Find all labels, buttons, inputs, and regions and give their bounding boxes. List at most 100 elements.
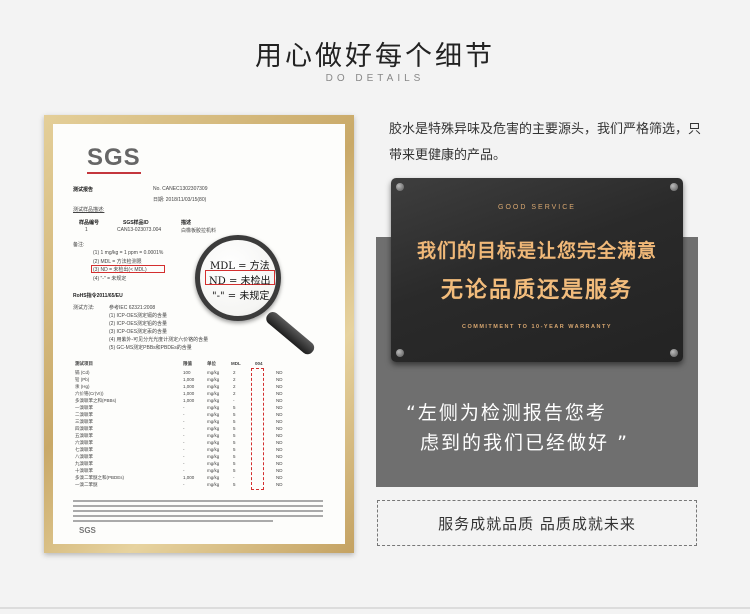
method-4: (3) ICP-OES测定汞的含量 <box>109 329 168 335</box>
fine-print <box>73 515 323 517</box>
row-desc: 白橡板胶拉机料 <box>181 228 217 234</box>
table-cell-result: ND <box>276 426 283 431</box>
table-cell-result: ND <box>276 447 283 452</box>
table-cell-limit: 1,000 <box>183 475 195 480</box>
table-cell-result: ND <box>276 475 283 480</box>
table-cell-unit: mg/kg <box>207 461 220 466</box>
table-cell-item: 五溴联苯 <box>75 433 93 438</box>
method-6: (5) GC-MS测定PBBs和PBDEs的含量 <box>109 345 192 351</box>
sample-label: 测试样品描述: <box>73 207 105 213</box>
note-4: (4) "-" = 未规定 <box>93 276 127 282</box>
table-cell-mdl: 2 <box>233 384 236 389</box>
table-cell-mdl: - <box>233 398 235 403</box>
table-cell-limit: 1,000 <box>183 384 195 389</box>
note-1: (1) 1 mg/kg = 1 ppm = 0.0001% <box>93 250 164 256</box>
col-desc: 描述 <box>181 220 192 226</box>
table-cell-mdl: 5 <box>233 433 236 438</box>
th-mdl: MDL <box>231 361 241 366</box>
sgs-stamp: SGS <box>79 526 96 535</box>
col-sample-no: 样品编号 <box>79 220 100 226</box>
screw-icon <box>396 349 404 357</box>
table-cell-result: ND <box>276 454 283 459</box>
quote-line-1: 左侧为检测报告您考 <box>417 402 607 424</box>
table-cell-unit: mg/kg <box>207 405 220 410</box>
table-cell-limit: 1,000 <box>183 391 195 396</box>
bottom-divider <box>0 607 750 609</box>
table-cell-unit: mg/kg <box>207 384 220 389</box>
row-no: 1 <box>85 227 88 233</box>
table-cell-mdl: 5 <box>233 461 236 466</box>
page-subtitle: DO DETAILS <box>325 73 425 84</box>
table-cell-unit: mg/kg <box>207 454 220 459</box>
table-cell-result: ND <box>276 405 283 410</box>
table-cell-unit: mg/kg <box>207 426 220 431</box>
motto-text: 服务成就品质 品质成就未来 <box>438 514 636 533</box>
note-label: 备注: <box>73 242 85 248</box>
table-cell-limit: 1,000 <box>183 398 195 403</box>
results-table-header: 测试项目 限值 单位 MDL 004 <box>75 361 295 368</box>
report-date: 日期: 2018/11/03/15(80) <box>153 197 207 203</box>
table-cell-limit: - <box>183 482 185 487</box>
table-cell-mdl: 5 <box>233 440 236 445</box>
table-cell-unit: mg/kg <box>207 468 220 473</box>
quote-open-mark: “ <box>406 402 418 424</box>
table-cell-unit: mg/kg <box>207 398 220 403</box>
table-cell-item: 铅 (Pb) <box>75 377 90 382</box>
screw-icon <box>670 349 678 357</box>
table-cell-mdl: 5 <box>233 419 236 424</box>
quote-line-2: 虑到的我们已经做好 <box>420 432 610 454</box>
table-cell-item: 九溴联苯 <box>75 461 93 466</box>
table-cell-limit: - <box>183 405 185 410</box>
table-cell-mdl: 2 <box>233 391 236 396</box>
table-cell-unit: mg/kg <box>207 412 220 417</box>
table-cell-limit: - <box>183 412 185 417</box>
table-cell-mdl: 5 <box>233 447 236 452</box>
table-cell-unit: mg/kg <box>207 370 220 375</box>
table-cell-item: 二溴联苯 <box>75 412 93 417</box>
screw-icon <box>396 183 404 191</box>
report-label: 测试报告 <box>73 187 94 193</box>
table-cell-result: ND <box>276 468 283 473</box>
table-cell-result: ND <box>276 419 283 424</box>
table-cell-item: 三溴联苯 <box>75 419 93 424</box>
report-no: No. CANEC1302307309 <box>153 186 208 192</box>
table-cell-unit: mg/kg <box>207 475 220 480</box>
method-3: (2) ICP-OES测定铅的含量 <box>109 321 168 327</box>
method-label: 测试方法: <box>73 305 95 311</box>
table-cell-unit: mg/kg <box>207 433 220 438</box>
table-cell-item: 多溴联苯之和(PBBs) <box>75 398 117 403</box>
table-cell-unit: mg/kg <box>207 482 220 487</box>
table-cell-result: ND <box>276 482 283 487</box>
col-sgs-id: SGS样品ID <box>123 220 149 226</box>
fine-print <box>73 520 273 522</box>
table-cell-item: 一溴二苯醚 <box>75 482 98 487</box>
table-cell-result: ND <box>276 433 283 438</box>
table-cell-item: 七溴联苯 <box>75 447 93 452</box>
table-cell-result: ND <box>276 377 283 382</box>
th-item: 测试项目 <box>75 361 93 366</box>
method-5: (4) 用紫外-可见分光光度计测定六价铬的含量 <box>109 337 209 343</box>
service-sign: GOOD SERVICE 我们的目标是让您完全满意 无论品质还是服务 COMMI… <box>391 178 683 362</box>
sgs-logo: SGS <box>87 144 141 174</box>
table-cell-limit: - <box>183 419 185 424</box>
quote-close-mark: ” <box>617 432 629 454</box>
table-cell-item: 六价铬(Cr(VI)) <box>75 391 104 396</box>
results-highlight <box>251 368 264 490</box>
fine-print <box>73 500 323 502</box>
table-cell-mdl: 5 <box>233 426 236 431</box>
note-2: (2) MDL = 方法检测限 <box>93 259 142 265</box>
table-cell-result: ND <box>276 391 283 396</box>
screw-icon <box>670 183 678 191</box>
method-2: (1) ICP-OES测定镉的含量 <box>109 313 168 319</box>
table-cell-mdl: 5 <box>233 482 236 487</box>
page-title: 用心做好每个细节 <box>255 41 495 72</box>
table-cell-item: 多溴二苯醚之和(PBDEs) <box>75 475 125 480</box>
table-cell-unit: mg/kg <box>207 419 220 424</box>
table-cell-limit: - <box>183 433 185 438</box>
row-id: CAN13-023073.004 <box>117 227 162 233</box>
table-cell-limit: - <box>183 426 185 431</box>
table-cell-mdl: 2 <box>233 370 236 375</box>
quote-block: “左侧为检测报告您考 虑到的我们已经做好 ” <box>406 398 696 458</box>
table-cell-result: ND <box>276 398 283 403</box>
method-1: 参考IEC 62321:2008 <box>109 305 156 311</box>
